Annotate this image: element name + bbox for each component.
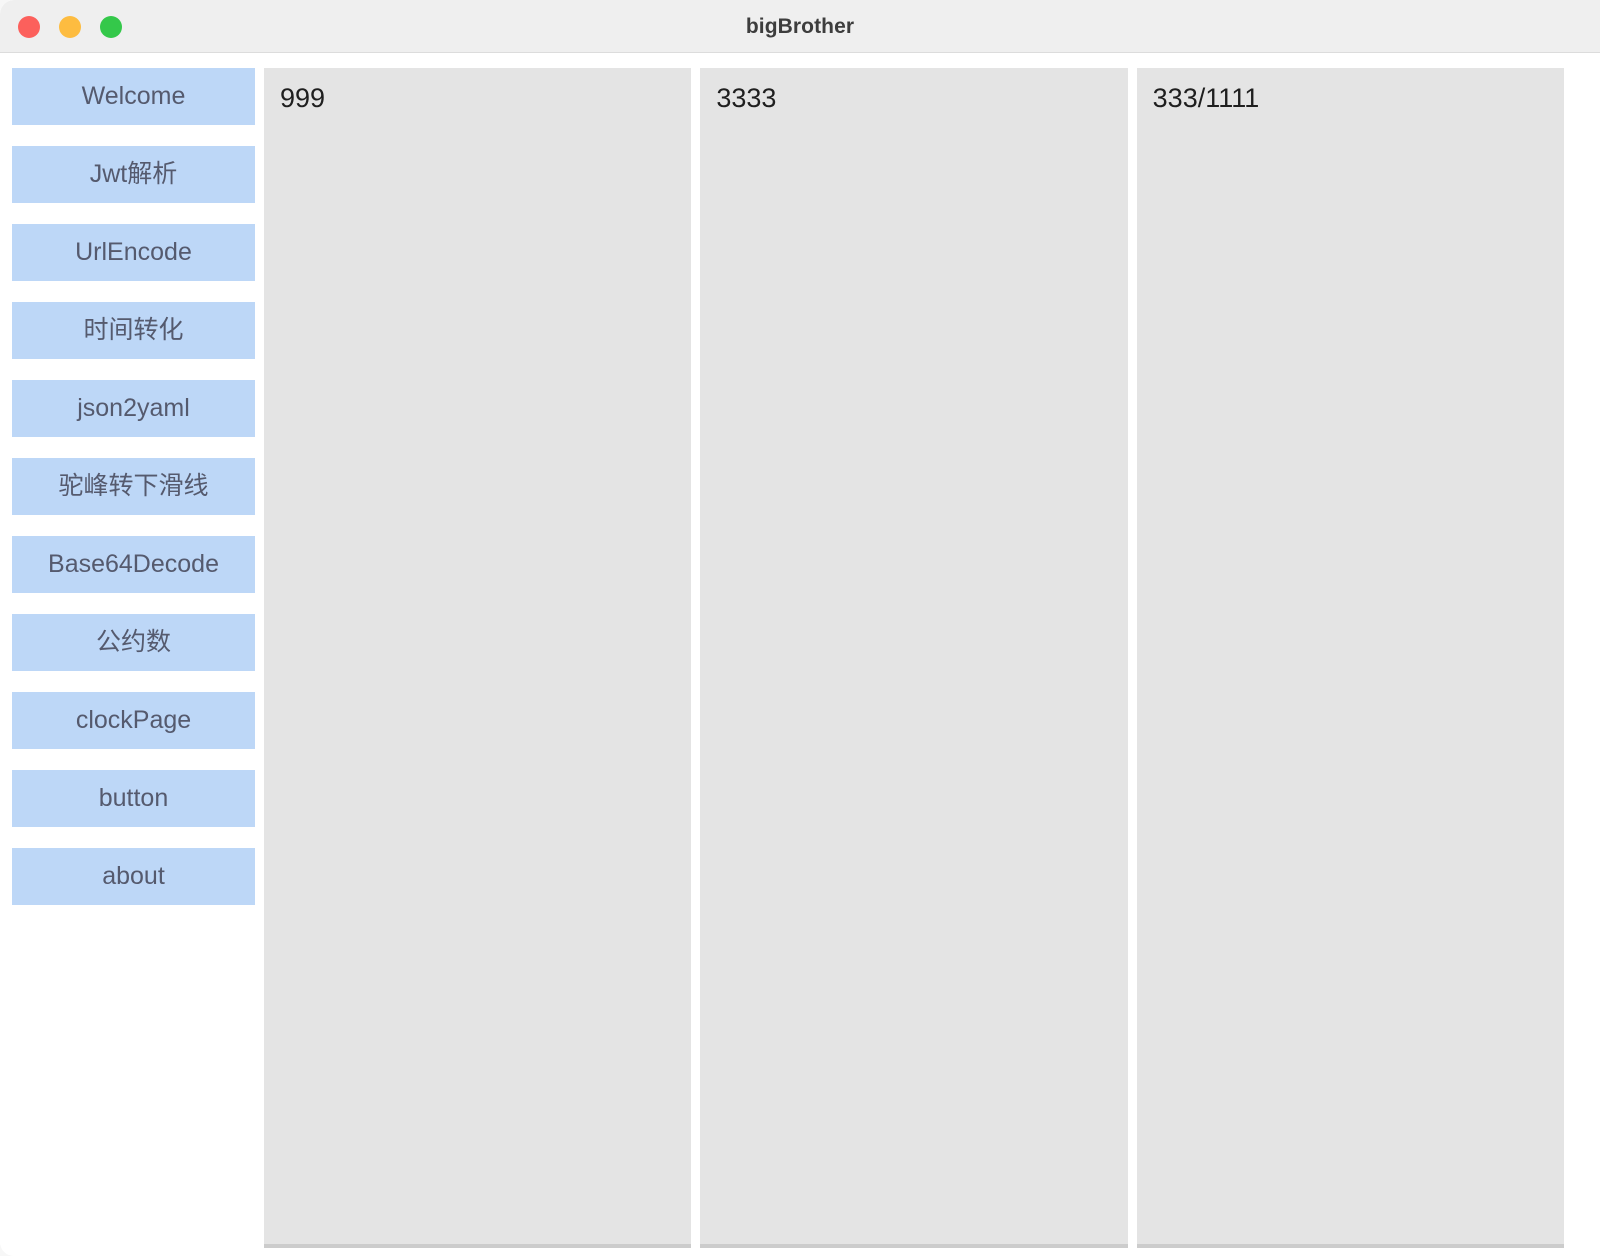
minimize-window-button[interactable]: [59, 16, 81, 38]
sidebar-item-camel-to-snake[interactable]: 驼峰转下滑线: [12, 458, 255, 515]
sidebar-item-url-encode[interactable]: UrlEncode: [12, 224, 255, 281]
sidebar-navigation: Welcome Jwt解析 UrlEncode 时间转化 json2yaml 驼…: [12, 68, 255, 926]
window-body: Welcome Jwt解析 UrlEncode 时间转化 json2yaml 驼…: [0, 54, 1600, 1256]
sidebar-item-button[interactable]: button: [12, 770, 255, 827]
title-bar: bigBrother: [0, 0, 1600, 53]
application-window: bigBrother Welcome Jwt解析 UrlEncode 时间转化 …: [0, 0, 1600, 1256]
sidebar-item-about[interactable]: about: [12, 848, 255, 905]
content-panel-1[interactable]: 999: [264, 68, 692, 1248]
close-window-button[interactable]: [18, 16, 40, 38]
panel-1-label: 999: [280, 83, 326, 113]
sidebar-item-jwt-parse[interactable]: Jwt解析: [12, 146, 255, 203]
window-title: bigBrother: [745, 15, 855, 38]
sidebar-item-common-divisor[interactable]: 公约数: [12, 614, 255, 671]
content-panel-2[interactable]: 3333: [700, 68, 1128, 1248]
sidebar-item-welcome[interactable]: Welcome: [12, 68, 255, 125]
sidebar-item-base64decode[interactable]: Base64Decode: [12, 536, 255, 593]
content-panel-3[interactable]: 333/1111: [1136, 68, 1564, 1248]
sidebar-item-time-convert[interactable]: 时间转化: [12, 302, 255, 359]
zoom-window-button[interactable]: [100, 16, 122, 38]
content-area: 999 3333 333/1111: [264, 68, 1564, 1248]
sidebar-item-json2yaml[interactable]: json2yaml: [12, 380, 255, 437]
panel-3-label: 333/1111: [1152, 83, 1260, 113]
panel-2-label: 3333: [716, 83, 777, 113]
sidebar-item-clockpage[interactable]: clockPage: [12, 692, 255, 749]
window-controls: [18, 16, 122, 38]
